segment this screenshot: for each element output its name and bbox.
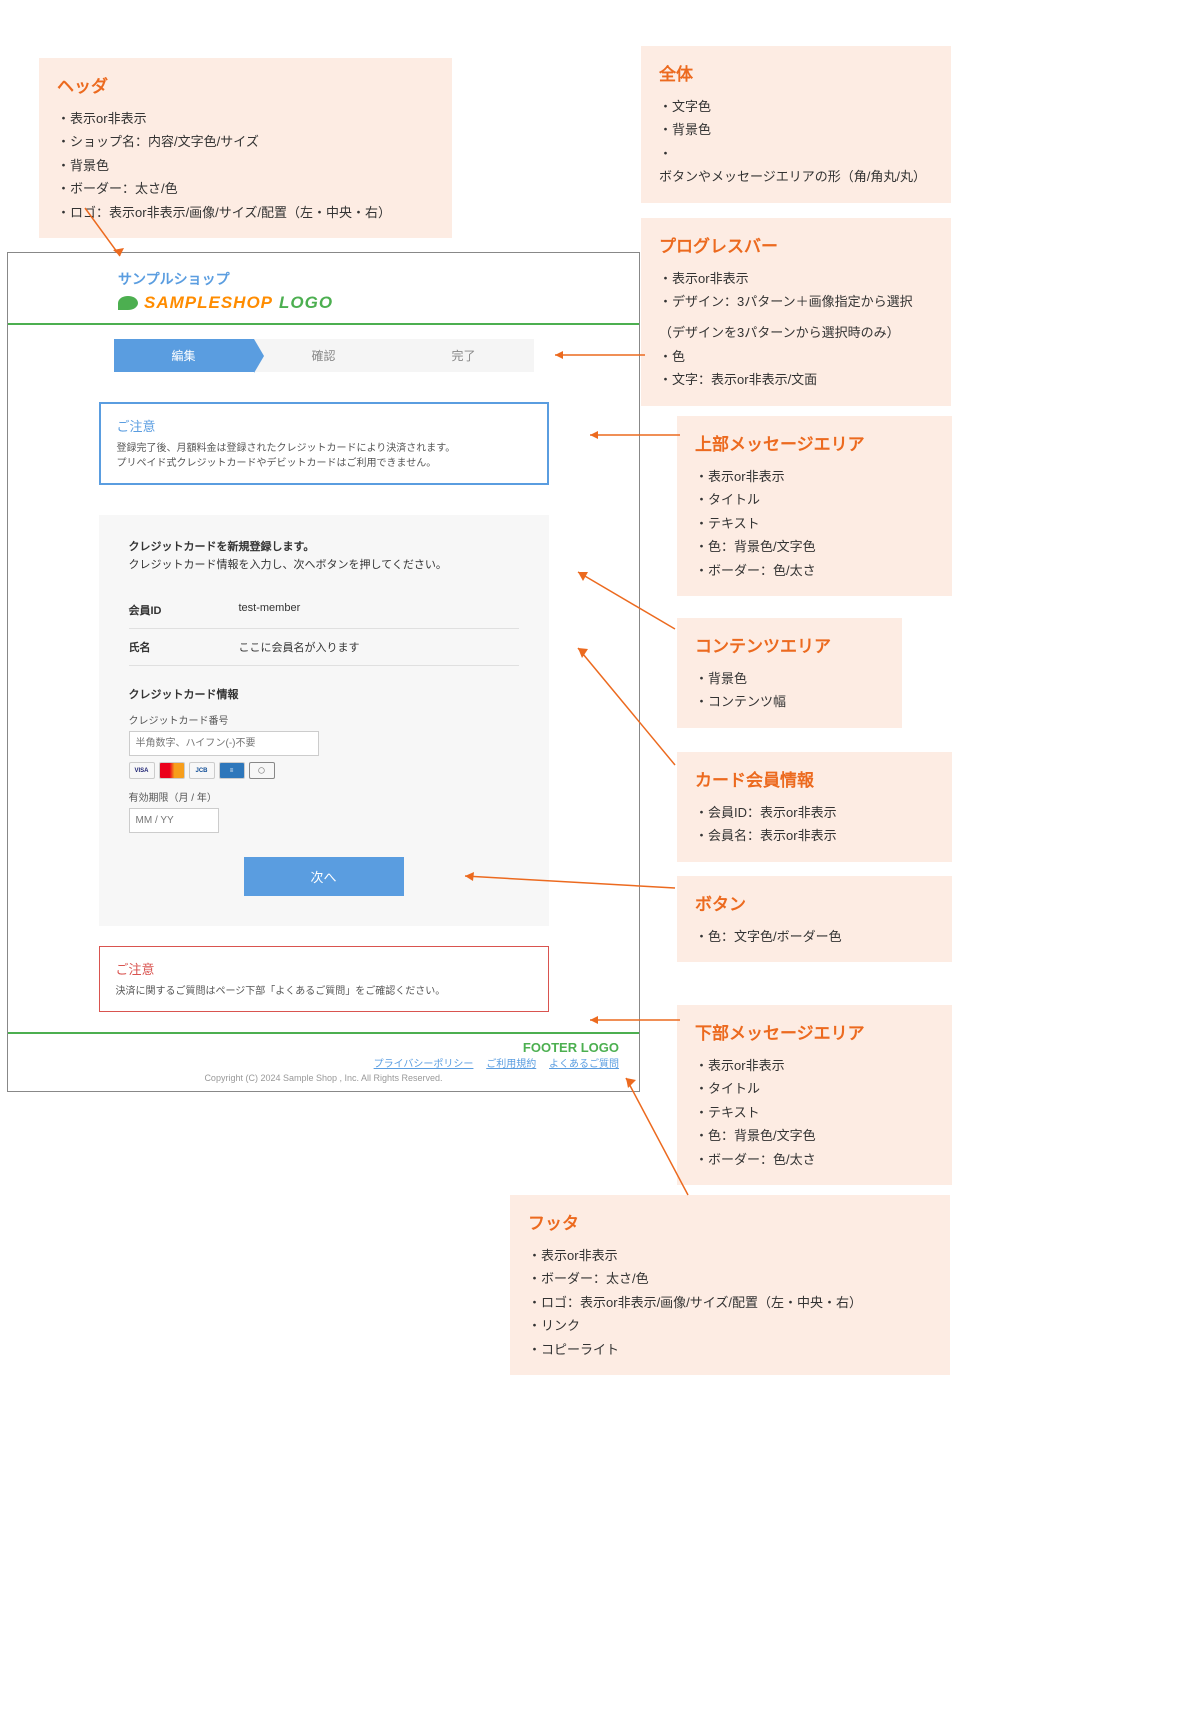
progress-step-confirm[interactable]: 確認 (254, 339, 394, 372)
annotation-header: ヘッダ 表示or非表示 ショップ名：内容/文字色/サイズ 背景色 ボーダー：太さ… (39, 58, 452, 238)
mastercard-icon (159, 762, 185, 779)
copyright: Copyright (C) 2024 Sample Shop , Inc. Al… (28, 1073, 619, 1083)
lower-message-box: ご注意 決済に関するご質問はページ下部「よくあるご質問」をご確認ください。 (99, 946, 549, 1012)
shop-logo: SAMPLESHOP LOGO (118, 293, 639, 313)
progress-step-edit[interactable]: 編集 (114, 339, 254, 372)
card-number-input[interactable] (129, 731, 319, 756)
annotation-title: 下部メッセージエリア (695, 1019, 934, 1044)
lower-message-text: 決済に関するご質問はページ下部「よくあるご質問」をご確認ください。 (116, 984, 532, 999)
card-number-label: クレジットカード番号 (129, 712, 519, 727)
annotation-footer: フッタ 表示or非表示 ボーダー：太さ/色 ロゴ：表示or非表示/画像/サイズ/… (510, 1195, 950, 1375)
name-value: ここに会員名が入ります (239, 639, 519, 655)
annotation-title: カード会員情報 (695, 766, 934, 791)
footer: FOOTER LOGO プライバシーポリシー ご利用規約 よくあるご質問 Cop… (8, 1032, 639, 1091)
visa-icon: VISA (129, 762, 155, 779)
annotation-list: 表示or非表示 ショップ名：内容/文字色/サイズ 背景色 ボーダー：太さ/色 ロ… (57, 107, 434, 224)
annotation-global: 全体 文字色 背景色 ボタンやメッセージエリアの形（角/角丸/丸） (641, 46, 951, 203)
content-area: クレジットカードを新規登録します。 クレジットカード情報を入力し、次へボタンを押… (99, 515, 549, 926)
content-description: クレジットカードを新規登録します。 クレジットカード情報を入力し、次へボタンを押… (129, 539, 519, 574)
annotation-button: ボタン 色：文字色/ボーダー色 (677, 876, 952, 962)
annotation-lower-message: 下部メッセージエリア 表示or非表示 タイトル テキスト 色：背景色/文字色 ボ… (677, 1005, 952, 1185)
annotation-title: フッタ (528, 1209, 932, 1234)
progress-step-complete[interactable]: 完了 (394, 339, 534, 372)
logo-text-1: SAMPLESHOP (144, 293, 273, 313)
name-row: 氏名 ここに会員名が入ります (129, 629, 519, 666)
expiry-label: 有効期限（月 / 年） (129, 789, 519, 804)
annotation-upper-message: 上部メッセージエリア 表示or非表示 タイトル テキスト 色：背景色/文字色 ボ… (677, 416, 952, 596)
upper-message-title: ご注意 (117, 416, 531, 435)
annotation-title: プログレスバー (659, 232, 933, 257)
annotation-title: ヘッダ (57, 72, 434, 97)
jcb-icon: JCB (189, 762, 215, 779)
member-id-value: test-member (239, 602, 519, 618)
annotation-progress: プログレスバー 表示or非表示 デザイン：3パターン＋画像指定から選択 （デザイ… (641, 218, 951, 406)
screenshot-mockup: サンプルショップ SAMPLESHOP LOGO 編集 確認 完了 ご注意 登録… (7, 252, 640, 1092)
member-id-row: 会員ID test-member (129, 592, 519, 629)
member-id-label: 会員ID (129, 602, 239, 618)
annotation-title: 全体 (659, 60, 933, 85)
expiry-input[interactable] (129, 808, 219, 833)
leaf-icon (118, 296, 138, 310)
card-section-title: クレジットカード情報 (129, 686, 519, 702)
card-brands: VISA JCB ≡ ◯ (129, 762, 519, 779)
annotation-title: ボタン (695, 890, 934, 915)
annotation-content: コンテンツエリア 背景色 コンテンツ幅 (677, 618, 902, 728)
card-section: クレジットカード情報 クレジットカード番号 VISA JCB ≡ ◯ 有効期限（… (129, 686, 519, 833)
privacy-link[interactable]: プライバシーポリシー (374, 1059, 474, 1070)
annotation-title: 上部メッセージエリア (695, 430, 934, 455)
faq-link[interactable]: よくあるご質問 (549, 1059, 619, 1070)
upper-message-box: ご注意 登録完了後、月額料金は登録されたクレジットカードにより決済されます。 プ… (99, 402, 549, 485)
lower-message-title: ご注意 (116, 959, 532, 978)
logo-text-2: LOGO (279, 293, 333, 313)
diners-icon: ◯ (249, 762, 275, 779)
amex-icon: ≡ (219, 762, 245, 779)
next-button[interactable]: 次へ (244, 857, 404, 896)
footer-logo: FOOTER LOGO (28, 1040, 619, 1055)
footer-links: プライバシーポリシー ご利用規約 よくあるご質問 (28, 1055, 619, 1070)
shop-name: サンプルショップ (118, 269, 639, 289)
annotation-card-info: カード会員情報 会員ID：表示or非表示 会員名：表示or非表示 (677, 752, 952, 862)
upper-message-text: 登録完了後、月額料金は登録されたクレジットカードにより決済されます。 プリペイド… (117, 441, 531, 471)
shop-header: サンプルショップ SAMPLESHOP LOGO (8, 253, 639, 325)
name-label: 氏名 (129, 639, 239, 655)
progress-bar: 編集 確認 完了 (114, 339, 534, 372)
annotation-title: コンテンツエリア (695, 632, 884, 657)
terms-link[interactable]: ご利用規約 (486, 1059, 536, 1070)
